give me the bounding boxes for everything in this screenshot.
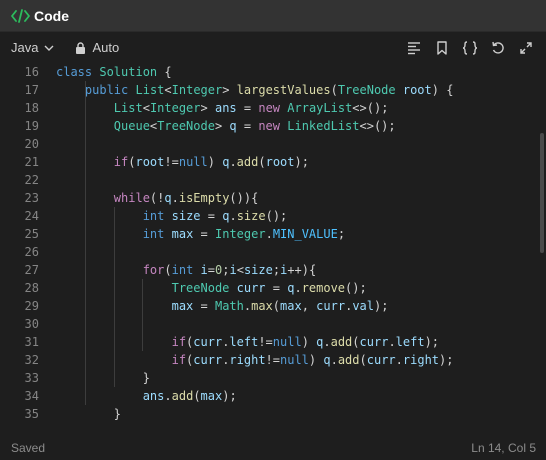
code-line[interactable]: 26 bbox=[0, 243, 540, 261]
lock-icon bbox=[76, 41, 86, 54]
title-bar: Code bbox=[0, 0, 546, 32]
format-icon[interactable] bbox=[400, 36, 428, 60]
code-line[interactable]: 29 max = Math.max(max, curr.val); bbox=[0, 297, 540, 315]
line-number: 24 bbox=[24, 209, 39, 223]
code-text: TreeNode curr = q.remove(); bbox=[171, 281, 367, 295]
auto-mode-toggle[interactable]: Auto bbox=[75, 40, 119, 55]
code-line[interactable]: 18 List<Integer> ans = new ArrayList<>()… bbox=[0, 99, 540, 117]
code-text: class Solution { bbox=[56, 65, 172, 79]
code-line[interactable]: 33 } bbox=[0, 369, 540, 387]
line-number: 29 bbox=[24, 299, 39, 313]
line-number: 35 bbox=[24, 407, 39, 421]
panel-title: Code bbox=[34, 7, 69, 24]
scrollbar-thumb[interactable] bbox=[540, 133, 544, 253]
code-line[interactable]: 31 if(curr.left!=null) q.add(curr.left); bbox=[0, 333, 540, 351]
reset-icon[interactable] bbox=[484, 36, 512, 60]
line-number: 34 bbox=[24, 389, 39, 403]
editor-toolbar: Java Auto bbox=[0, 32, 546, 64]
editor-scrollbar[interactable] bbox=[538, 63, 546, 429]
line-number: 21 bbox=[24, 155, 39, 169]
code-text: int max = Integer.MIN_VALUE; bbox=[142, 227, 346, 241]
line-number: 26 bbox=[24, 245, 39, 259]
code-text: } bbox=[56, 407, 122, 421]
line-number: 20 bbox=[24, 137, 39, 151]
code-line[interactable]: 19 Queue<TreeNode> q = new LinkedList<>(… bbox=[0, 117, 540, 135]
line-number: 19 bbox=[24, 119, 39, 133]
indent-guide bbox=[142, 279, 144, 351]
language-label: Java bbox=[11, 40, 39, 55]
code-text: ans.add(max); bbox=[142, 389, 237, 403]
code-line[interactable]: 28 TreeNode curr = q.remove(); bbox=[0, 279, 540, 297]
line-number: 32 bbox=[24, 353, 39, 367]
code-line[interactable]: 27 for(int i=0;i<size;i++){ bbox=[0, 261, 540, 279]
cursor-position: Ln 14, Col 5 bbox=[471, 441, 536, 455]
line-number: 33 bbox=[24, 371, 39, 385]
expand-icon[interactable] bbox=[512, 36, 540, 60]
save-status: Saved bbox=[11, 441, 46, 455]
code-text: } bbox=[56, 371, 150, 385]
status-bar: Saved Ln 14, Col 5 bbox=[0, 436, 546, 460]
code-editor[interactable]: 16 class Solution { 17 public List<Integer… bbox=[0, 63, 546, 429]
code-line[interactable]: 22 bbox=[0, 171, 540, 189]
code-text: Queue<TreeNode> q = new LinkedList<>(); bbox=[113, 119, 396, 133]
code-text: int size = q.size(); bbox=[142, 209, 288, 223]
code-line[interactable]: 16 class Solution { bbox=[0, 63, 540, 81]
auto-mode-label: Auto bbox=[92, 40, 120, 55]
line-number: 18 bbox=[24, 101, 39, 115]
code-text: for(int i=0;i<size;i++){ bbox=[142, 263, 317, 277]
code-text: while(!q.isEmpty()){ bbox=[113, 191, 259, 205]
line-number: 28 bbox=[24, 281, 39, 295]
line-number: 25 bbox=[24, 227, 39, 241]
code-line[interactable]: 32 if(curr.right!=null) q.add(curr.right… bbox=[0, 351, 540, 369]
line-number: 17 bbox=[24, 83, 39, 97]
code-line[interactable]: 30 bbox=[0, 315, 540, 333]
language-select[interactable]: Java bbox=[11, 40, 55, 55]
code-line[interactable]: 35 } bbox=[0, 405, 540, 423]
line-number: 22 bbox=[24, 173, 39, 187]
toolbar-actions bbox=[400, 36, 540, 60]
line-number: 16 bbox=[24, 65, 39, 79]
indent-guide bbox=[113, 207, 115, 387]
line-number: 30 bbox=[24, 317, 39, 331]
code-text: if(root!=null) q.add(root); bbox=[113, 155, 309, 169]
braces-icon[interactable] bbox=[456, 36, 484, 60]
code-brackets-icon bbox=[11, 8, 30, 24]
indent-guide bbox=[84, 81, 86, 405]
code-text: public List<Integer> largestValues(TreeN… bbox=[84, 83, 454, 97]
code-text: if(curr.right!=null) q.add(curr.right); bbox=[171, 353, 454, 367]
chevron-down-icon bbox=[44, 45, 54, 51]
line-number: 27 bbox=[24, 263, 39, 277]
bookmark-icon[interactable] bbox=[428, 36, 456, 60]
code-line[interactable]: 20 bbox=[0, 135, 540, 153]
code-line[interactable]: 17 public List<Integer> largestValues(Tr… bbox=[0, 81, 540, 99]
code-text: max = Math.max(max, curr.val); bbox=[171, 299, 389, 313]
code-text: List<Integer> ans = new ArrayList<>(); bbox=[113, 101, 389, 115]
line-number: 31 bbox=[24, 335, 39, 349]
code-line[interactable]: 25 int max = Integer.MIN_VALUE; bbox=[0, 225, 540, 243]
code-line[interactable]: 24 int size = q.size(); bbox=[0, 207, 540, 225]
code-line[interactable]: 34 ans.add(max); bbox=[0, 387, 540, 405]
line-number: 23 bbox=[24, 191, 39, 205]
code-line[interactable]: 21 if(root!=null) q.add(root); bbox=[0, 153, 540, 171]
code-line[interactable]: 23 while(!q.isEmpty()){ bbox=[0, 189, 540, 207]
